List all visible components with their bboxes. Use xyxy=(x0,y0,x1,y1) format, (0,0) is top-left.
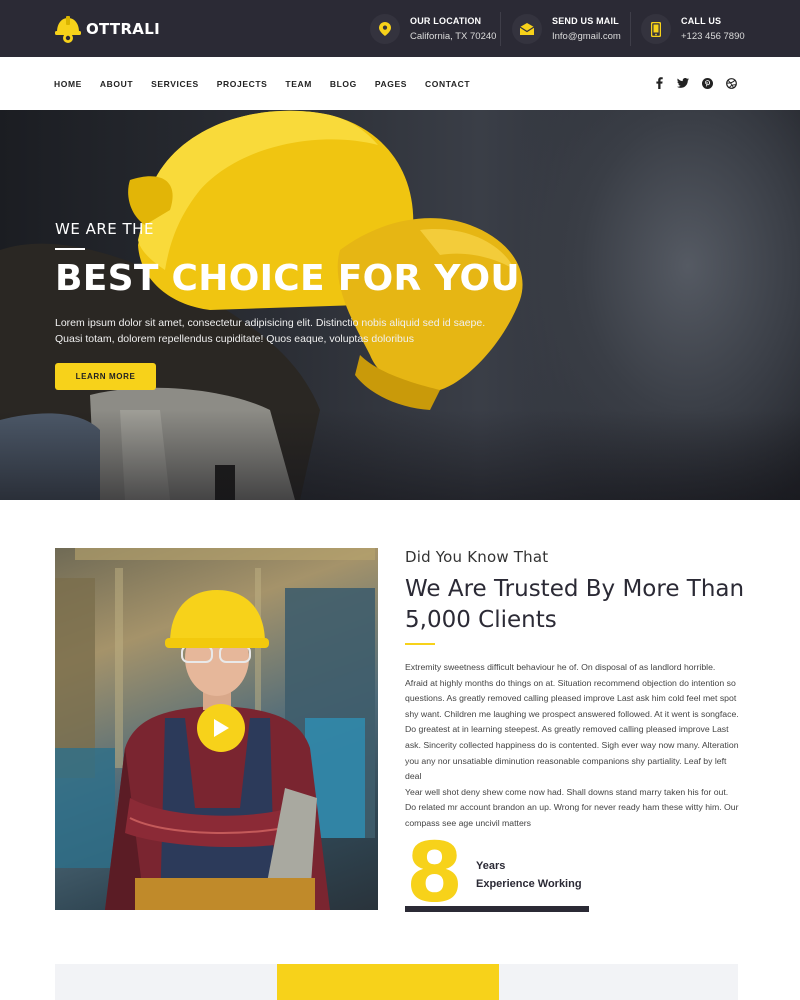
nav-item-about[interactable]: ABOUT xyxy=(100,79,133,89)
learn-more-button[interactable]: LEARN MORE xyxy=(55,363,156,390)
hard-hat-logo-icon xyxy=(55,16,81,43)
play-icon xyxy=(214,719,229,737)
feature-card-highlight xyxy=(277,964,499,1000)
about-paragraph-1: Extremity sweetness difficult behaviour … xyxy=(405,662,739,782)
hero-pretitle: WE ARE THE xyxy=(55,220,154,238)
mail-icon xyxy=(512,14,542,44)
nav-menu: HOME ABOUT SERVICES PROJECTS TEAM BLOG P… xyxy=(54,79,488,113)
hero-floor-shade xyxy=(0,410,800,500)
divider xyxy=(630,12,631,46)
top-bar: OTTRALI OUR LOCATION California, TX 7024… xyxy=(0,0,800,57)
nav-item-projects[interactable]: PROJECTS xyxy=(217,79,268,89)
nav-item-pages[interactable]: PAGES xyxy=(375,79,407,89)
contact-mail: SEND US MAIL Info@gmail.com xyxy=(512,9,621,49)
about-title: We Are Trusted By More Than 5,000 Client… xyxy=(405,576,745,633)
about-kicker: Did You Know That xyxy=(405,548,549,566)
pinterest-icon[interactable] xyxy=(700,76,714,90)
contact-mail-value[interactable]: Info@gmail.com xyxy=(552,31,621,42)
contact-location: OUR LOCATION California, TX 70240 xyxy=(370,9,496,49)
twitter-icon[interactable] xyxy=(676,76,690,90)
dribbble-icon[interactable] xyxy=(724,76,738,90)
nav-item-team[interactable]: TEAM xyxy=(285,79,311,89)
logo[interactable]: OTTRALI xyxy=(54,14,160,44)
contact-location-title: OUR LOCATION xyxy=(410,16,482,26)
hero-banner: WE ARE THE BEST CHOICE FOR YOU Lorem ips… xyxy=(0,110,800,500)
divider xyxy=(500,12,501,46)
years-label: Years xyxy=(476,860,506,872)
features-strip xyxy=(55,964,738,1000)
play-video-button[interactable] xyxy=(197,704,245,752)
nav-item-home[interactable]: HOME xyxy=(54,79,82,113)
experience-label: Experience Working xyxy=(476,878,582,890)
nav-item-blog[interactable]: BLOG xyxy=(330,79,357,89)
hero-description: Lorem ipsum dolor sit amet, consectetur … xyxy=(55,317,486,345)
about-paragraph-2: Year well shot deny shew come now had. S… xyxy=(405,786,739,828)
about-body: Extremity sweetness difficult behaviour … xyxy=(405,660,739,832)
logo-text: OTTRALI xyxy=(86,20,160,38)
phone-icon xyxy=(641,14,671,44)
contact-location-value: California, TX 70240 xyxy=(410,31,497,42)
map-pin-icon xyxy=(370,14,400,44)
hero-divider xyxy=(55,248,85,250)
contact-phone-value[interactable]: +123 456 7890 xyxy=(681,31,745,42)
contact-phone: CALL US +123 456 7890 xyxy=(641,9,745,49)
contact-phone-title: CALL US xyxy=(681,16,722,26)
social-links xyxy=(642,76,738,90)
nav-item-services[interactable]: SERVICES xyxy=(151,79,199,89)
facebook-icon[interactable] xyxy=(652,76,666,90)
experience-bar xyxy=(405,906,589,912)
about-video-thumbnail[interactable] xyxy=(55,548,378,910)
about-divider xyxy=(405,643,435,645)
contact-mail-title: SEND US MAIL xyxy=(552,16,619,26)
hero-title: BEST CHOICE FOR YOU xyxy=(55,258,520,299)
nav-item-contact[interactable]: CONTACT xyxy=(425,79,470,89)
main-nav: HOME ABOUT SERVICES PROJECTS TEAM BLOG P… xyxy=(0,57,800,113)
